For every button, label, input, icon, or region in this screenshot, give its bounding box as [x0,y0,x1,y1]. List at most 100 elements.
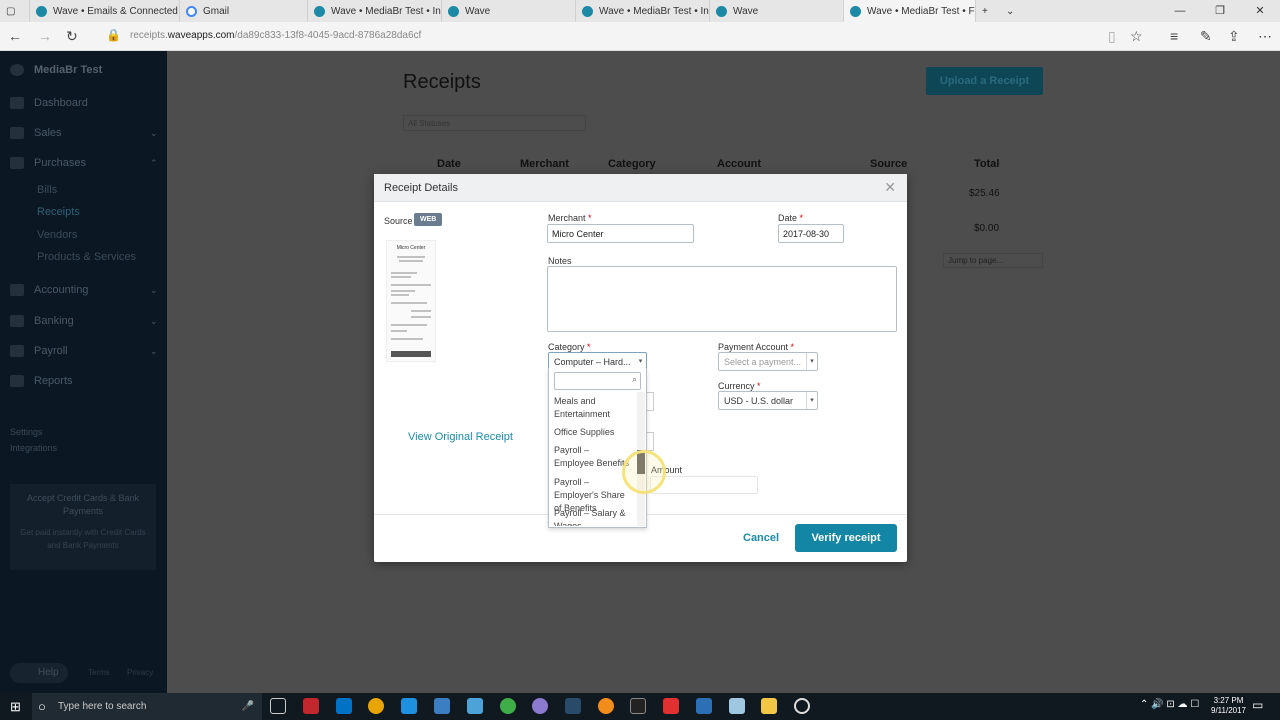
promo-box[interactable]: Accept Credit Cards & Bank Payments Get … [10,484,156,570]
app-dx-icon[interactable] [303,698,319,714]
file-explorer-icon[interactable] [761,698,777,714]
app-icon[interactable] [467,698,483,714]
close-icon[interactable]: ✕ [884,179,896,196]
terminal-icon[interactable] [630,698,646,714]
sidebar-item-purchases[interactable]: Purchases ⌃ [10,157,160,169]
new-tab-icon[interactable]: + [976,0,1000,22]
upload-receipt-button[interactable]: Upload a Receipt [926,67,1043,95]
dropdown-option[interactable]: Payroll – Salary & Wages [554,507,630,526]
close-window-icon[interactable]: ✕ [1240,0,1280,22]
privacy-link[interactable]: Privacy [127,668,153,677]
browser-tab-bar: ▢ Wave • Emails & Connected Gmail Wave •… [0,0,1280,22]
chrome-icon[interactable] [368,698,384,714]
dashboard-icon [10,97,24,109]
sidebar-item-payroll[interactable]: Payroll ⌄ [10,345,160,357]
promo-title: Accept Credit Cards & Bank Payments [26,493,140,516]
app-icon[interactable] [598,698,614,714]
outlook-icon[interactable] [336,698,352,714]
app-icon[interactable] [729,698,745,714]
notes-textarea[interactable] [547,266,897,332]
sidebar-item-accounting[interactable]: Accounting ⌄ [10,284,160,296]
taskbar-search[interactable]: ○ Type here to search 🎤 [32,693,262,720]
favorite-star-icon[interactable]: ☆ [1130,28,1143,45]
reading-view-icon[interactable]: ▯ [1108,28,1116,45]
merchant-input[interactable]: Micro Center [547,224,694,243]
tab-list-chevron-icon[interactable]: ⌄ [1000,0,1020,22]
verify-receipt-button[interactable]: Verify receipt [795,524,897,552]
windows-start-icon[interactable]: ⊞ [10,699,21,715]
sidebar-settings[interactable]: Settings [10,427,43,437]
status-filter-select[interactable]: All Statuses [403,115,586,131]
dropdown-option[interactable]: Meals and Entertainment [554,395,630,421]
terms-link[interactable]: Terms [88,668,110,677]
sidebar-subitem-products[interactable]: Products & Services [37,251,136,263]
back-icon[interactable]: ← [8,28,22,44]
amount-input[interactable] [650,476,758,494]
app-icon[interactable] [794,698,810,714]
promo-text: Get paid instantly with Credit Cards and… [20,528,146,550]
clock[interactable]: 3:27 PM 9/11/2017 [1211,696,1246,716]
cancel-button[interactable]: Cancel [743,532,779,544]
minimize-icon[interactable]: — [1160,0,1200,22]
browser-tab[interactable]: Gmail [180,0,308,22]
download-icon[interactable] [663,698,679,714]
view-original-receipt-link[interactable]: View Original Receipt [408,431,513,443]
app-icon[interactable] [532,698,548,714]
help-button[interactable]: Help [10,663,68,683]
app-hs-icon[interactable] [500,698,516,714]
refresh-icon[interactable]: ↻ [66,28,78,45]
sidebar-item-sales[interactable]: Sales ⌄ [10,127,160,139]
browser-tab[interactable]: Wave • MediaBr Test • Invoi [308,0,442,22]
browser-tab-active[interactable]: Wave • MediaBr Test • F✕ [844,0,976,22]
tray-icons[interactable]: ⌃ 🔊 ⊡ ☁ ☐ [1140,699,1199,710]
app-icon[interactable] [565,698,581,714]
payroll-icon [10,345,24,357]
sidebar-item-banking[interactable]: Banking ⌄ [10,315,160,327]
browser-tab[interactable]: Wave [442,0,576,22]
browser-tab[interactable]: Wave • Emails & Connected [30,0,180,22]
receipt-thumbnail[interactable]: Micro Center [386,240,436,362]
column-header: Account [717,158,761,170]
category-search-input[interactable]: ⌕ [554,372,641,390]
microphone-icon[interactable]: 🎤 [242,693,254,720]
forward-icon[interactable]: → [38,28,52,44]
app-icon[interactable] [696,698,712,714]
currency-select[interactable]: USD - U.S. dollar ▾ [718,391,818,410]
browser-tab[interactable]: Wave [710,0,844,22]
chevron-down-icon: ⌄ [150,315,158,326]
sidebar-subitem-vendors[interactable]: Vendors [37,229,77,241]
app-icon[interactable] [434,698,450,714]
browser-tab[interactable]: Wave • MediaBr Test • Invoi [576,0,710,22]
modal-header: Receipt Details ✕ [374,174,907,202]
sidebar-item-reports[interactable]: Reports [10,375,73,387]
source-badge: WEB [414,213,443,226]
edge-icon[interactable] [401,698,417,714]
wave-favicon-icon [850,5,861,17]
url-field[interactable]: receipts.waveapps.com/da89c833-13f8-4045… [130,30,421,41]
wave-favicon-icon [448,5,459,17]
web-note-icon[interactable]: ✎ [1200,28,1212,45]
payment-account-select[interactable]: Select a payment... ▾ [718,352,818,371]
row-total: $0.00 [974,223,1000,234]
business-switcher[interactable]: MediaBr Test [10,64,102,76]
more-icon[interactable]: ⋯ [1258,28,1272,45]
sidebar-integrations[interactable]: Integrations [10,443,57,453]
row-total: $25.46 [969,188,1000,199]
date-input[interactable]: 2017-08-30 [778,224,844,243]
task-view-icon[interactable] [270,698,286,714]
share-icon[interactable]: ⇪ [1228,28,1240,45]
chevron-down-icon: ▾ [806,392,817,409]
jump-to-page-select[interactable]: Jump to page... [943,253,1043,268]
tab-actions-icon[interactable]: ▢ [0,0,30,22]
notifications-icon[interactable]: ▭ [1252,698,1263,712]
date-label: Date * [778,213,804,223]
chevron-down-icon: ⌄ [150,345,158,356]
sidebar-subitem-bills[interactable]: Bills [37,184,57,196]
reports-icon [10,375,24,387]
restore-icon[interactable]: ❐ [1200,0,1240,22]
dropdown-option[interactable]: Payroll – Employee Benefits [554,444,630,470]
hub-icon[interactable]: ≡ [1170,28,1178,44]
sidebar-subitem-receipts[interactable]: Receipts [37,206,80,218]
sidebar-item-dashboard[interactable]: Dashboard [10,97,88,109]
dropdown-option[interactable]: Office Supplies [554,426,630,439]
